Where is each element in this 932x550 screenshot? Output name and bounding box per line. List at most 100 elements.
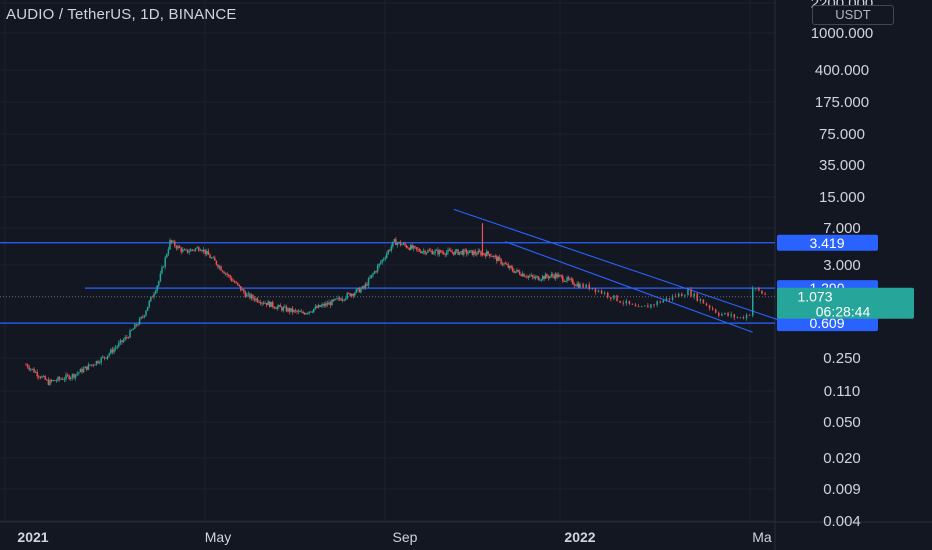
candle-body — [665, 298, 668, 301]
candle — [475, 251, 478, 257]
candle-body — [186, 249, 189, 253]
candle — [217, 264, 219, 269]
candle-body — [329, 302, 332, 306]
candle-body — [537, 276, 540, 280]
candle — [46, 378, 48, 381]
candle-body — [386, 253, 388, 258]
candle-body — [28, 367, 30, 370]
candle — [607, 291, 609, 300]
candle-body — [132, 328, 134, 331]
candle-body — [309, 311, 312, 313]
candle-body — [637, 306, 640, 308]
candle-body — [161, 267, 163, 274]
candle-body — [116, 346, 118, 348]
candle-body — [405, 245, 408, 248]
candle-body — [453, 252, 455, 255]
candle-body — [529, 275, 531, 277]
candle-body — [50, 379, 53, 381]
candle — [178, 245, 181, 249]
candle-body — [444, 254, 446, 255]
candle — [210, 256, 213, 259]
candle-body — [180, 247, 182, 252]
candle-body — [607, 292, 609, 298]
candle — [389, 248, 391, 252]
candle — [256, 297, 259, 303]
candle-body — [108, 353, 110, 356]
candle-body — [533, 276, 535, 279]
candle — [25, 363, 27, 366]
candle-body — [412, 246, 415, 249]
candle-body — [455, 249, 458, 251]
candle — [764, 292, 766, 296]
candle — [206, 248, 208, 257]
candle — [721, 312, 723, 317]
candle-body — [282, 307, 285, 311]
candle-body — [553, 275, 555, 279]
candle — [119, 338, 122, 346]
candle-body — [549, 276, 551, 278]
candle-body — [551, 274, 554, 276]
candle-body — [250, 295, 253, 299]
candle — [105, 357, 107, 359]
candle — [44, 375, 46, 381]
candle-body — [258, 301, 260, 303]
candle-body — [224, 273, 227, 275]
candle — [82, 366, 85, 373]
candle — [332, 298, 335, 303]
candle-body — [122, 339, 125, 342]
candle — [243, 288, 245, 294]
candle — [98, 360, 101, 365]
candle — [398, 241, 400, 244]
candle — [560, 274, 563, 279]
candle — [745, 313, 748, 321]
candle-body — [739, 317, 742, 319]
candle-body — [546, 274, 548, 277]
candle-body — [504, 263, 507, 265]
candle — [111, 347, 114, 355]
price-chart[interactable]: 2200.0001000.000400.000175.00075.00035.0… — [0, 0, 932, 550]
candle — [625, 298, 628, 306]
candle — [79, 368, 82, 373]
candle — [421, 251, 423, 254]
candle — [279, 303, 282, 308]
candle-body — [316, 306, 318, 308]
candle — [407, 245, 409, 249]
candle-body — [711, 308, 714, 310]
candle — [66, 372, 69, 378]
candle — [634, 302, 637, 307]
candle-body — [264, 303, 266, 304]
price-tick-label: 75.000 — [819, 126, 865, 143]
candle-body — [303, 313, 306, 315]
candle — [702, 299, 705, 304]
candle — [451, 249, 454, 255]
candle — [477, 248, 479, 255]
candle — [207, 248, 210, 255]
currency-button[interactable]: USDT — [812, 5, 894, 25]
candle — [38, 374, 40, 380]
candle-body — [103, 356, 106, 358]
candle — [529, 273, 531, 279]
candle-body — [175, 246, 178, 249]
candle-body — [52, 380, 54, 382]
candle — [291, 305, 294, 315]
candle-body — [415, 247, 418, 249]
candle-body — [36, 371, 38, 377]
candle — [405, 244, 408, 249]
candle-body — [399, 241, 402, 246]
candle-body — [511, 267, 514, 271]
candle-body — [215, 260, 218, 265]
time-tick-label: Sep — [393, 529, 418, 545]
candle — [65, 372, 67, 382]
candle-body — [352, 293, 355, 296]
price-axis[interactable]: 2200.0001000.000400.000175.00075.00035.0… — [811, 0, 874, 530]
candle — [135, 323, 138, 328]
candle-body — [206, 251, 208, 255]
candle — [424, 249, 426, 256]
time-axis[interactable]: 2021 May Sep 2022 Ma — [17, 529, 772, 545]
candle-body — [217, 264, 219, 268]
candle — [562, 274, 564, 284]
candle — [375, 270, 377, 274]
candle-body — [148, 301, 150, 307]
candle — [431, 249, 434, 255]
candle — [432, 251, 435, 255]
